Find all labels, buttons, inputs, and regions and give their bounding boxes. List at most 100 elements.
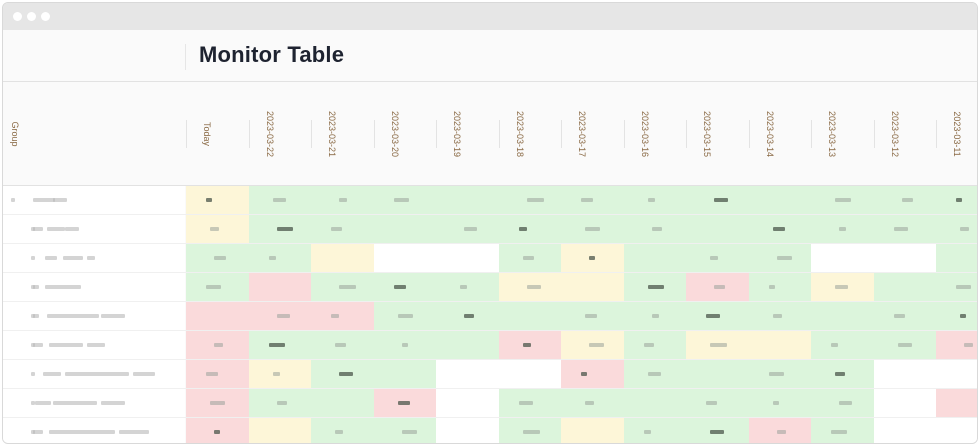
status-cell-ok[interactable] (373, 360, 437, 388)
status-cell-ok[interactable] (811, 331, 874, 359)
status-cell-warning[interactable] (561, 418, 624, 443)
status-cell-warning[interactable] (811, 273, 874, 301)
status-cell-ok[interactable] (498, 418, 562, 443)
status-cell-ok[interactable] (936, 244, 977, 272)
status-cell-ok[interactable] (811, 418, 874, 443)
group-cell[interactable] (3, 418, 185, 443)
group-cell[interactable] (3, 273, 185, 301)
status-cell-ok[interactable] (498, 389, 562, 417)
status-cell-no-data[interactable] (498, 360, 562, 388)
status-cell-ok[interactable] (436, 302, 499, 330)
status-cell-no-data[interactable] (873, 389, 937, 417)
status-cell-ok[interactable] (936, 273, 977, 301)
status-cell-no-data[interactable] (436, 418, 499, 443)
status-cell-error[interactable] (936, 331, 977, 359)
status-cell-no-data[interactable] (873, 244, 937, 272)
status-cell-ok[interactable] (561, 186, 624, 214)
status-cell-ok[interactable] (623, 215, 687, 243)
column-header-2023-03-21[interactable]: 2023-03-21 (327, 111, 337, 157)
status-cell-ok[interactable] (498, 302, 562, 330)
status-cell-ok[interactable] (936, 215, 977, 243)
status-cell-ok[interactable] (498, 215, 562, 243)
status-cell-warning[interactable] (561, 273, 624, 301)
column-header-2023-03-14[interactable]: 2023-03-14 (765, 111, 775, 157)
status-cell-warning[interactable] (748, 331, 812, 359)
status-cell-no-data[interactable] (936, 360, 977, 388)
status-cell-ok[interactable] (748, 302, 812, 330)
status-cell-ok[interactable] (373, 273, 437, 301)
status-cell-ok[interactable] (311, 360, 374, 388)
status-cell-error[interactable] (561, 360, 624, 388)
status-cell-ok[interactable] (811, 215, 874, 243)
status-cell-ok[interactable] (936, 186, 977, 214)
status-cell-ok[interactable] (936, 302, 977, 330)
column-header-2023-03-13[interactable]: 2023-03-13 (827, 111, 837, 157)
status-cell-ok[interactable] (623, 360, 687, 388)
column-header-2023-03-12[interactable]: 2023-03-12 (890, 111, 900, 157)
status-cell-ok[interactable] (311, 273, 374, 301)
column-header-2023-03-11[interactable]: 2023-03-11 (952, 111, 962, 156)
status-cell-ok[interactable] (373, 302, 437, 330)
status-cell-warning[interactable] (561, 244, 624, 272)
status-cell-warning[interactable] (186, 186, 249, 214)
status-cell-ok[interactable] (748, 360, 812, 388)
status-cell-ok[interactable] (248, 186, 312, 214)
status-cell-ok[interactable] (873, 302, 937, 330)
table-row[interactable] (3, 186, 977, 215)
status-cell-ok[interactable] (873, 186, 937, 214)
table-row[interactable] (3, 273, 977, 302)
status-cell-no-data[interactable] (436, 360, 499, 388)
status-cell-ok[interactable] (811, 186, 874, 214)
window-close-dot[interactable] (13, 12, 22, 21)
group-cell[interactable] (3, 389, 185, 417)
status-cell-error[interactable] (311, 302, 374, 330)
status-cell-ok[interactable] (248, 331, 312, 359)
status-cell-ok[interactable] (873, 273, 937, 301)
table-row[interactable] (3, 302, 977, 331)
status-cell-no-data[interactable] (873, 418, 937, 443)
status-cell-ok[interactable] (623, 389, 687, 417)
column-header-today[interactable]: Today (202, 122, 212, 146)
status-cell-error[interactable] (186, 302, 249, 330)
status-cell-ok[interactable] (311, 215, 374, 243)
column-header-2023-03-17[interactable]: 2023-03-17 (577, 111, 587, 157)
table-row[interactable] (3, 215, 977, 244)
status-cell-ok[interactable] (311, 331, 374, 359)
status-cell-ok[interactable] (686, 389, 749, 417)
status-cell-ok[interactable] (623, 273, 687, 301)
status-cell-ok[interactable] (498, 244, 562, 272)
status-cell-ok[interactable] (311, 418, 374, 443)
status-cell-ok[interactable] (248, 389, 312, 417)
status-cell-warning[interactable] (186, 215, 249, 243)
status-cell-error[interactable] (498, 331, 562, 359)
column-header-group[interactable]: Group (10, 121, 20, 146)
status-cell-ok[interactable] (436, 215, 499, 243)
column-header-2023-03-16[interactable]: 2023-03-16 (640, 111, 650, 157)
status-cell-error[interactable] (248, 302, 312, 330)
status-cell-ok[interactable] (686, 418, 749, 443)
status-cell-ok[interactable] (748, 389, 812, 417)
status-cell-error[interactable] (186, 389, 249, 417)
status-cell-ok[interactable] (373, 418, 437, 443)
group-cell[interactable] (3, 302, 185, 330)
status-cell-ok[interactable] (873, 215, 937, 243)
status-cell-ok[interactable] (623, 186, 687, 214)
group-cell[interactable] (3, 186, 185, 214)
status-cell-ok[interactable] (311, 186, 374, 214)
status-cell-ok[interactable] (748, 186, 812, 214)
status-cell-ok[interactable] (873, 331, 937, 359)
status-cell-ok[interactable] (186, 273, 249, 301)
table-row[interactable] (3, 331, 977, 360)
status-cell-warning[interactable] (686, 331, 749, 359)
status-cell-ok[interactable] (561, 302, 624, 330)
status-cell-ok[interactable] (686, 360, 749, 388)
status-cell-no-data[interactable] (436, 389, 499, 417)
status-cell-warning[interactable] (561, 331, 624, 359)
status-cell-warning[interactable] (248, 360, 312, 388)
status-cell-ok[interactable] (811, 360, 874, 388)
status-cell-no-data[interactable] (436, 244, 499, 272)
status-cell-ok[interactable] (248, 215, 312, 243)
status-cell-ok[interactable] (373, 215, 437, 243)
column-header-2023-03-18[interactable]: 2023-03-18 (515, 111, 525, 157)
status-cell-ok[interactable] (436, 186, 499, 214)
